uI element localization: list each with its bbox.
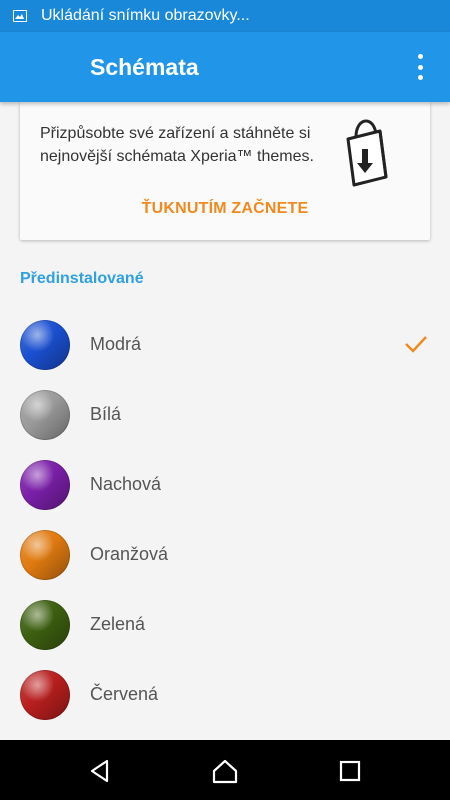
- theme-swatch-icon: [20, 530, 70, 580]
- more-vert-icon[interactable]: [408, 54, 432, 80]
- promo-card[interactable]: Přizpůsobte své zařízení a stáhněte si n…: [20, 102, 430, 240]
- content-area: Přizpůsobte své zařízení a stáhněte si n…: [0, 102, 450, 740]
- theme-label: Červená: [90, 684, 159, 704]
- recents-icon[interactable]: [337, 758, 363, 784]
- image-icon: [13, 10, 27, 22]
- section-title: Předinstalované: [20, 270, 144, 287]
- theme-item[interactable]: Nachová: [0, 450, 450, 520]
- start-button[interactable]: ŤUKNUTÍM ZAČNETE: [20, 200, 430, 218]
- theme-item[interactable]: Bílá: [0, 380, 450, 450]
- theme-item[interactable]: Modrá: [0, 310, 450, 380]
- theme-label: Zelená: [90, 614, 146, 634]
- status-notification-text: Ukládání snímku obrazovky...: [41, 7, 250, 24]
- theme-item[interactable]: Červená: [0, 660, 450, 730]
- theme-label: Nachová: [90, 474, 162, 494]
- theme-label: Modrá: [90, 334, 142, 354]
- theme-swatch-icon: [20, 320, 70, 370]
- theme-swatch-icon: [20, 460, 70, 510]
- checkmark-icon: [405, 336, 427, 353]
- shopping-bag-download-icon: [346, 119, 388, 187]
- theme-item[interactable]: Oranžová: [0, 520, 450, 590]
- theme-label: Oranžová: [90, 544, 169, 564]
- theme-swatch-icon: [20, 670, 70, 720]
- status-bar: Ukládání snímku obrazovky...: [0, 0, 450, 32]
- theme-item[interactable]: Zelená: [0, 590, 450, 660]
- promo-text: Přizpůsobte své zařízení a stáhněte si n…: [40, 125, 314, 165]
- theme-label: Bílá: [90, 404, 122, 424]
- back-icon[interactable]: [87, 758, 113, 784]
- page-title: Schémata: [90, 54, 199, 80]
- navigation-bar: [0, 740, 450, 800]
- theme-swatch-icon: [20, 390, 70, 440]
- app-bar: Schémata: [0, 32, 450, 102]
- home-icon[interactable]: [212, 758, 238, 784]
- theme-swatch-icon: [20, 600, 70, 650]
